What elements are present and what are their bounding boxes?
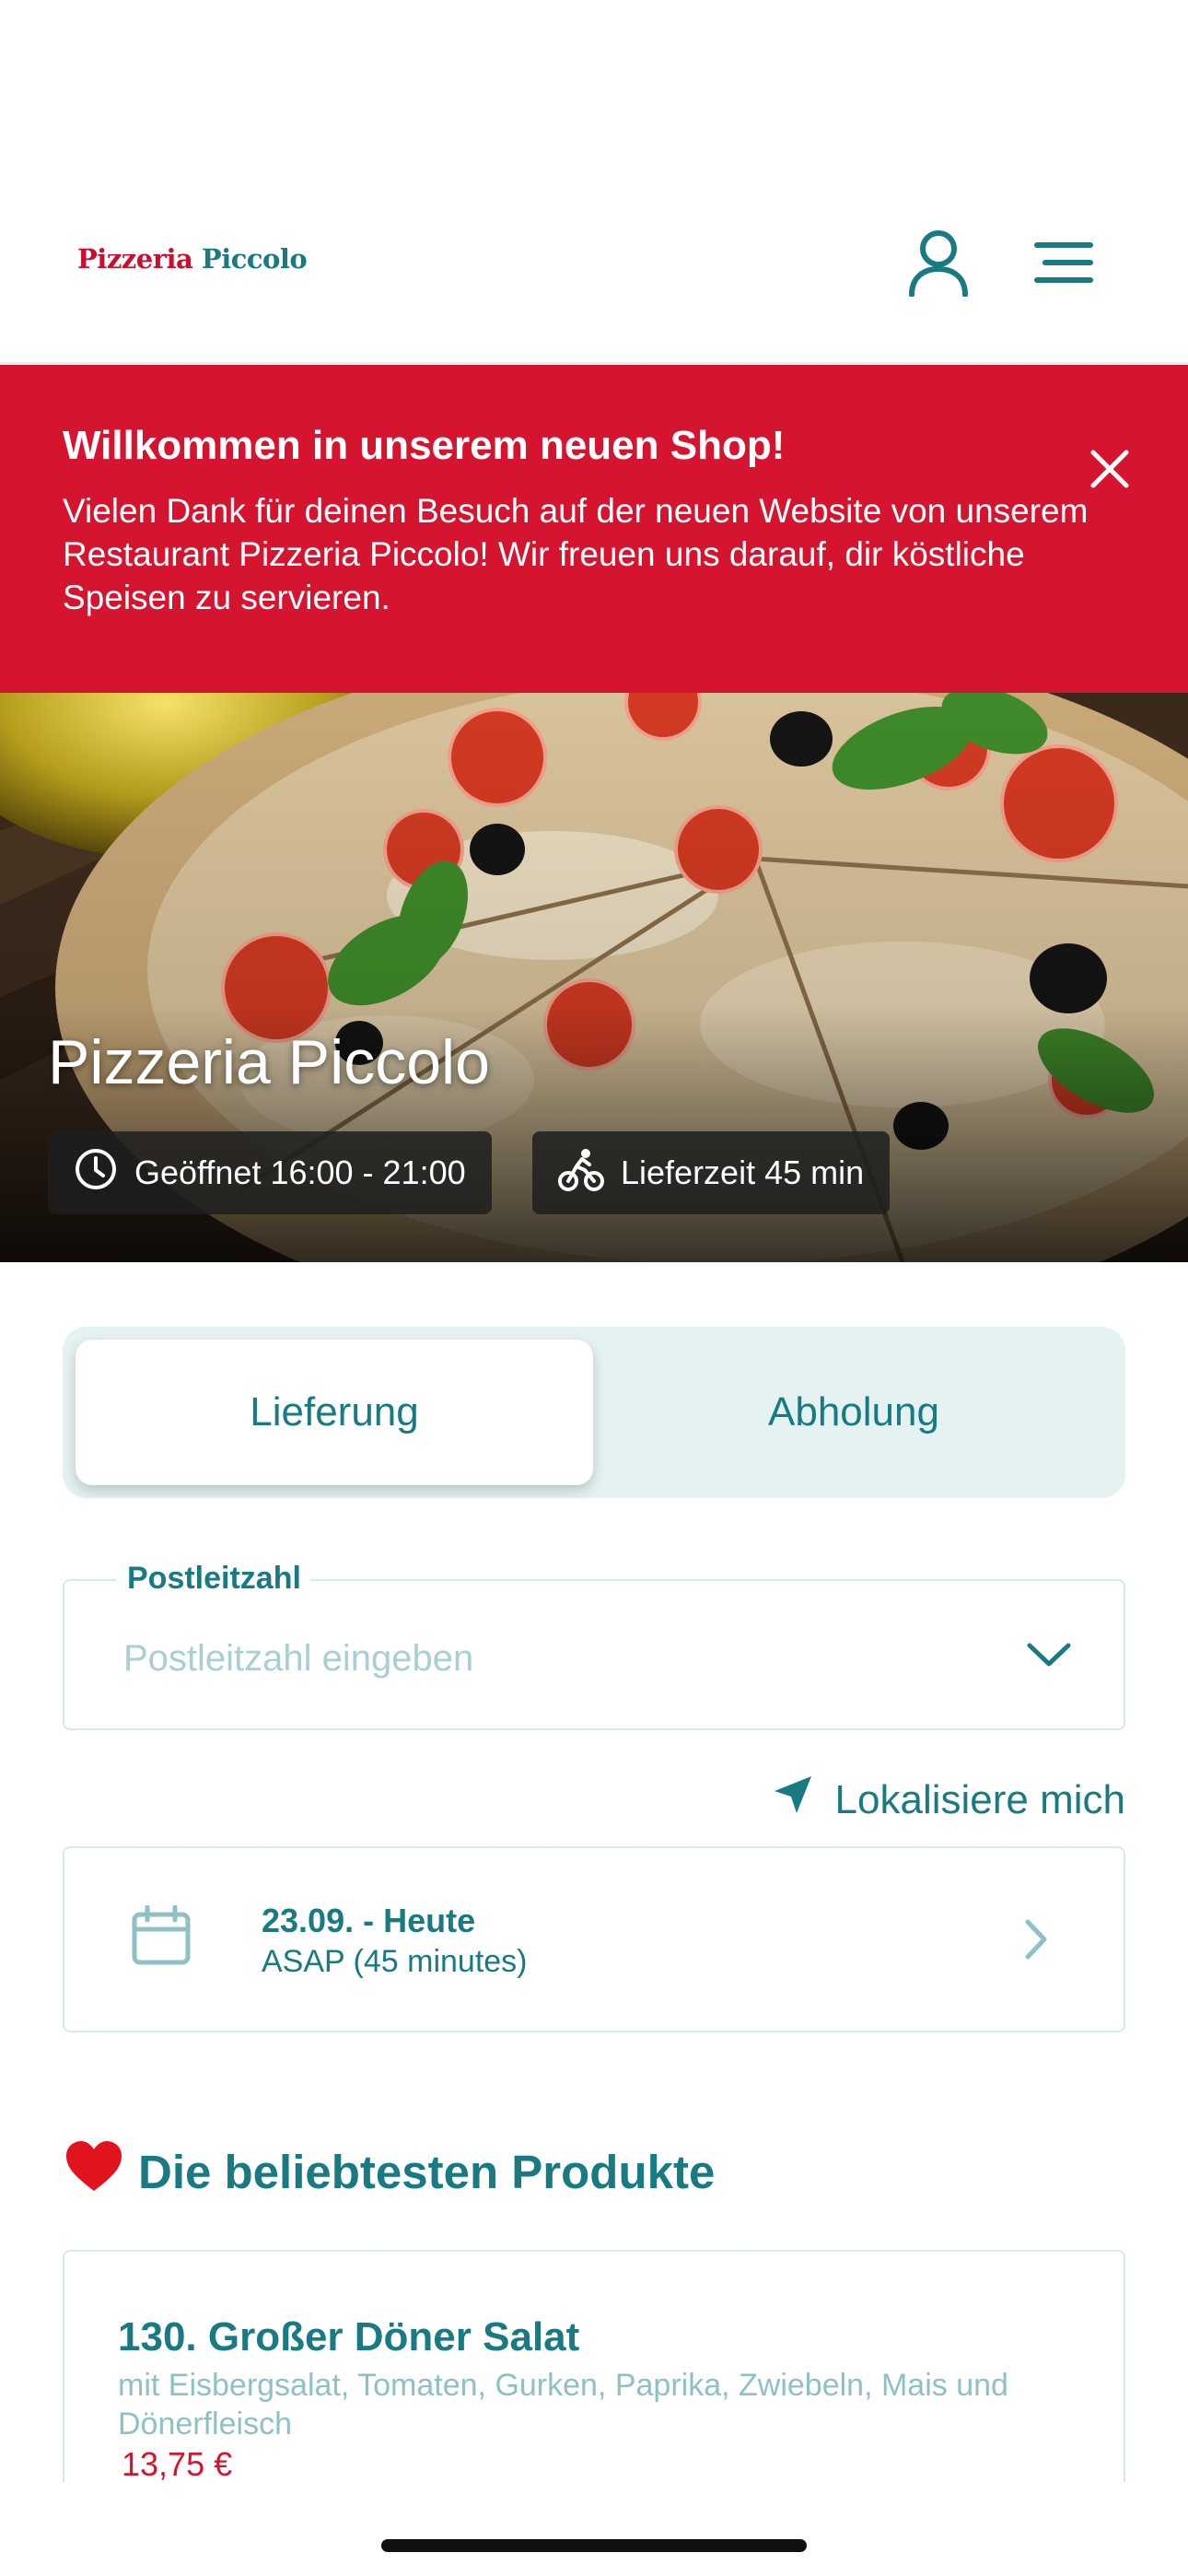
home-indicator[interactable] (381, 2539, 807, 2552)
banner-title: Willkommen in unserem neuen Shop! (63, 423, 786, 468)
postal-code-placeholder[interactable]: Postleitzahl eingeben (123, 1638, 473, 1680)
clock-icon (74, 1147, 118, 1200)
selected-date: 23.09. - Heute (262, 1902, 476, 1939)
popular-products-title: Die beliebtesten Produkte (138, 2145, 716, 2198)
product-description: mit Eisbergsalat, Tomaten, Gurken, Papri… (118, 2368, 1008, 2441)
bicycle-icon (558, 1146, 604, 1200)
opening-hours-text: Geöffnet 16:00 - 21:00 (134, 1153, 466, 1191)
product-price: 13,75 € (122, 2445, 233, 2483)
heart-icon (64, 2139, 123, 2204)
welcome-banner: Willkommen in unserem neuen Shop! Vielen… (0, 365, 1188, 693)
chevron-down-icon[interactable] (1026, 1636, 1072, 1673)
banner-text: Vielen Dank für deinen Besuch auf der ne… (63, 491, 1089, 616)
location-arrow-icon (773, 1774, 813, 1825)
restaurant-name: Pizzeria Piccolo (48, 1027, 490, 1097)
chevron-right-icon (1022, 1916, 1050, 1966)
header: Pizzeria Piccolo (0, 0, 1188, 364)
tab-pickup[interactable]: Abholung (595, 1340, 1112, 1485)
calendar-icon (131, 1904, 192, 1970)
locate-me-label: Lokalisiere mich (834, 1776, 1125, 1822)
order-mode-toggle: Lieferung Abholung (63, 1327, 1125, 1498)
selected-time: ASAP (45 minutes) (262, 1944, 528, 1979)
product-name: 130. Großer Döner Salat (118, 2314, 580, 2359)
delivery-time-badge: Lieferzeit 45 min (532, 1131, 891, 1214)
opening-hours-badge: Geöffnet 16:00 - 21:00 (48, 1131, 492, 1214)
postal-code-field[interactable]: Postleitzahl Postleitzahl eingeben (63, 1561, 1125, 1730)
delivery-time-selector[interactable]: 23.09. - Heute ASAP (45 minutes) (63, 1846, 1125, 2032)
bottom-safe-area (0, 2482, 1188, 2576)
close-icon[interactable] (1068, 427, 1151, 510)
tab-delivery[interactable]: Lieferung (76, 1340, 593, 1485)
logo[interactable]: Pizzeria Piccolo (77, 243, 308, 275)
delivery-time-text: Lieferzeit 45 min (621, 1153, 865, 1191)
postal-code-label: Postleitzahl (116, 1561, 310, 1597)
product-card[interactable]: 130. Großer Döner Salat mit Eisbergsalat… (63, 2250, 1125, 2489)
hamburger-menu-icon[interactable] (1022, 221, 1105, 304)
logo-part2: Piccolo (201, 243, 308, 275)
hero-image: Pizzeria Piccolo Geöffnet 16:00 - 21:00 … (0, 693, 1188, 1262)
user-icon[interactable] (897, 221, 980, 304)
logo-part1: Pizzeria (77, 243, 193, 275)
popular-products-heading: Die beliebtesten Produkte (64, 2139, 715, 2204)
locate-me-button[interactable]: Lokalisiere mich (773, 1774, 1125, 1825)
